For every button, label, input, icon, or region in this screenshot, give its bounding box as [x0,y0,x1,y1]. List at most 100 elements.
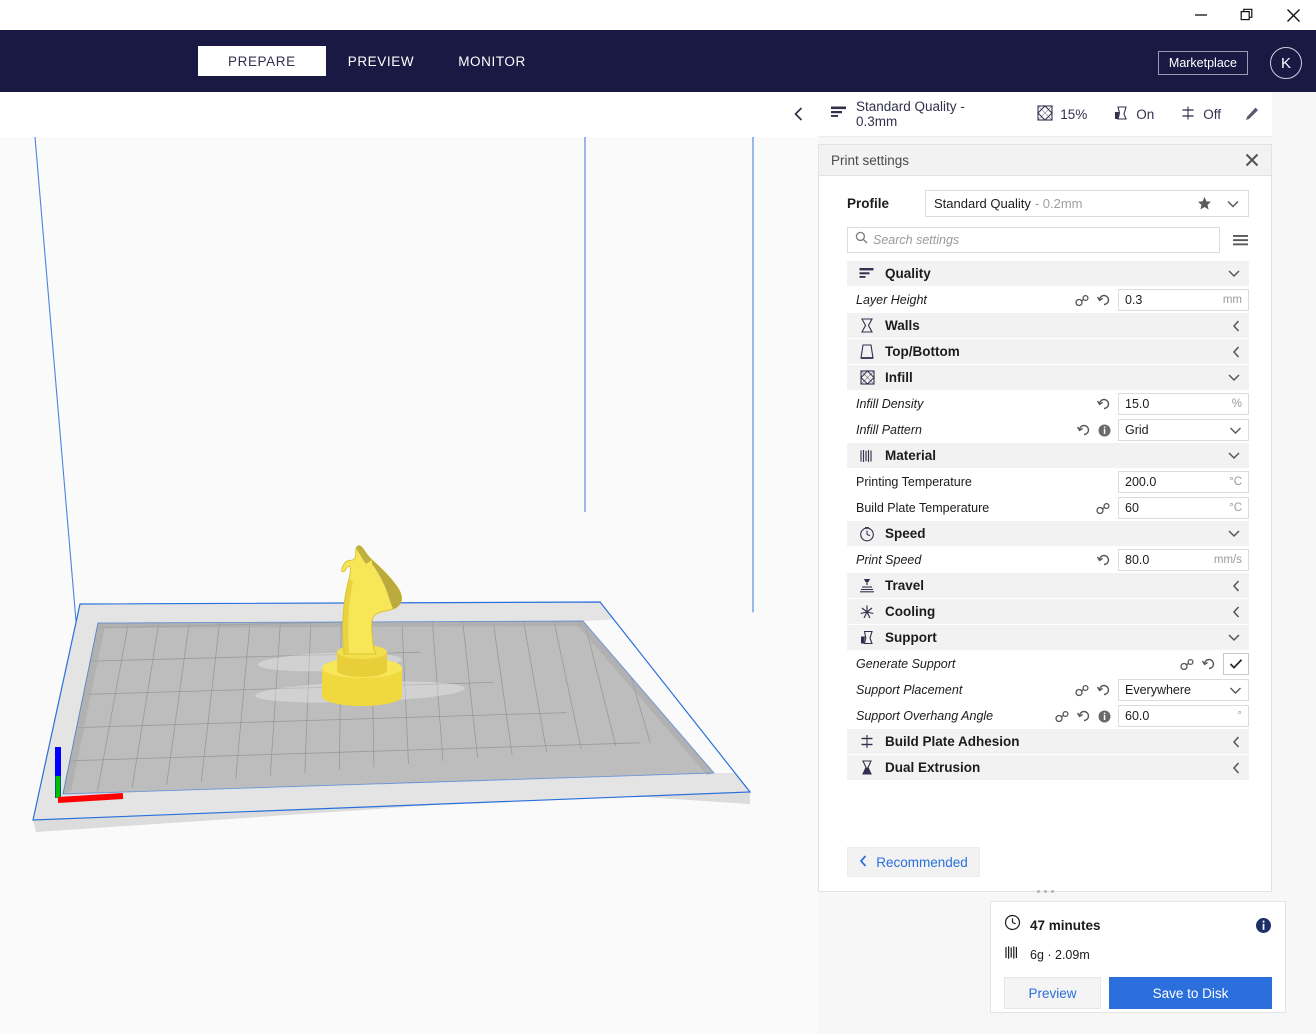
chevron-down-icon [1227,529,1241,538]
revert-icon[interactable] [1097,554,1111,567]
main-navigation-bar: PREPARE PREVIEW MONITOR Marketplace K [0,30,1316,92]
print-settings-panel: Print settings Profile Standard Quality … [818,144,1272,892]
setting-layer-height-icons [1075,294,1118,307]
support-overhang-angle-input[interactable]: 60.0 ° [1118,705,1249,727]
category-speed-label: Speed [885,526,926,541]
category-infill[interactable]: Infill [847,365,1249,391]
search-settings-box[interactable] [847,227,1220,253]
link-icon[interactable] [1055,710,1070,723]
search-input[interactable] [873,233,1212,247]
summary-support: On [1100,105,1167,124]
link-icon[interactable] [1096,502,1111,515]
category-material[interactable]: Material [847,443,1249,469]
link-icon[interactable] [1075,684,1090,697]
print-speed-input[interactable]: 80.0 mm/s [1118,549,1249,571]
chevron-down-icon [1227,451,1241,460]
build-plate-temperature-input[interactable]: 60 °C [1118,497,1249,519]
support-icon [856,630,878,645]
cura-application-window: PREPARE PREVIEW MONITOR Marketplace K St… [0,0,1316,1034]
setting-support-placement-icons [1075,684,1118,697]
preview-button[interactable]: Preview [1004,977,1101,1009]
quality-summary: Standard Quality - 0.3mm [830,99,990,129]
revert-icon[interactable] [1097,398,1111,411]
setting-support-overhang-angle-label: Support Overhang Angle [856,709,994,723]
info-icon[interactable] [1098,710,1111,723]
preview-label: Preview [1028,985,1077,1001]
revert-icon[interactable] [1097,684,1111,697]
infill-pattern-select[interactable]: Grid [1118,419,1249,441]
dualextrusion-icon [856,760,878,775]
category-travel[interactable]: Travel [847,573,1249,599]
chevron-left-icon [1232,579,1241,593]
printing-temperature-value: 200.0 [1125,475,1157,489]
category-dual-extrusion[interactable]: Dual Extrusion [847,755,1249,781]
summary-infill: 15% [1024,104,1100,124]
layer-height-unit: mm [1222,294,1242,306]
setting-generate-support-label: Generate Support [856,657,956,671]
setting-layer-height: Layer Height 0.3 mm [847,287,1249,313]
pencil-icon[interactable] [1244,106,1260,122]
marketplace-label: Marketplace [1168,56,1237,70]
minimize-icon[interactable] [1178,0,1224,30]
setting-print-speed-icons [1097,554,1118,567]
build-plate-temperature-unit: °C [1229,502,1242,514]
close-icon[interactable] [1245,153,1259,167]
print-job-info-card: 47 minutes 6g · 2.09m Preview Save to Di… [990,901,1286,1013]
tab-prepare[interactable]: PREPARE [198,46,326,76]
chevron-down-icon[interactable] [1226,199,1240,209]
tab-monitor[interactable]: MONITOR [436,46,548,76]
build-plate-temperature-value: 60 [1125,501,1139,515]
print-setup-summary-bar[interactable]: Standard Quality - 0.3mm 15% On Off [818,92,1272,137]
info-icon[interactable] [1255,917,1272,934]
marketplace-button[interactable]: Marketplace [1157,51,1248,75]
star-icon[interactable] [1197,196,1212,211]
print-speed-value: 80.0 [1125,553,1150,567]
category-build-plate-adhesion[interactable]: Build Plate Adhesion [847,729,1249,755]
restore-icon[interactable] [1224,0,1270,30]
search-row [819,217,1271,253]
setting-infill-pattern-label: Infill Pattern [856,423,923,437]
generate-support-checkbox[interactable] [1223,653,1249,675]
printing-temperature-input[interactable]: 200.0 °C [1118,471,1249,493]
category-cooling[interactable]: Cooling [847,599,1249,625]
revert-icon[interactable] [1202,658,1216,671]
support-overhang-angle-unit: ° [1237,710,1242,722]
revert-icon[interactable] [1097,294,1111,307]
link-icon[interactable] [1075,294,1090,307]
layer-height-input[interactable]: 0.3 mm [1118,289,1249,311]
settings-visibility-menu-icon[interactable] [1232,233,1249,247]
save-to-disk-button[interactable]: Save to Disk [1109,977,1272,1009]
profile-variant: - 0.2mm [1034,196,1083,211]
profile-dropdown[interactable]: Standard Quality - 0.2mm [925,190,1249,217]
support-placement-select[interactable]: Everywhere [1118,679,1249,701]
infill-density-input[interactable]: 15.0 % [1118,393,1249,415]
material-icon [856,449,878,463]
chevron-left-icon [1232,345,1241,359]
revert-icon[interactable] [1077,710,1091,723]
infill-icon [1037,104,1053,124]
recommended-mode-button[interactable]: Recommended [847,847,980,877]
collapse-panel-chevron-icon[interactable] [786,100,812,128]
setting-infill-density-icons [1097,398,1118,411]
category-speed[interactable]: Speed [847,521,1249,547]
info-icon[interactable] [1098,424,1111,437]
category-support[interactable]: Support [847,625,1249,651]
category-top-bottom[interactable]: Top/Bottom [847,339,1249,365]
setting-layer-height-label: Layer Height [856,293,927,307]
job-action-buttons: Preview Save to Disk [1004,977,1272,1009]
category-walls[interactable]: Walls [847,313,1249,339]
3d-viewport[interactable] [0,92,818,1034]
quality-summary-label: Standard Quality - 0.3mm [856,99,965,129]
summary-infill-value: 15% [1060,106,1088,122]
tab-preview[interactable]: PREVIEW [326,46,436,76]
print-settings-header: Print settings [819,145,1271,176]
save-to-disk-label: Save to Disk [1152,985,1229,1001]
link-icon[interactable] [1180,658,1195,671]
setting-generate-support: Generate Support [847,651,1249,677]
avatar[interactable]: K [1270,47,1302,79]
panel-resize-grip[interactable] [818,884,1272,898]
revert-icon[interactable] [1077,424,1091,437]
job-material-value: 6g · 2.09m [1030,948,1090,962]
close-icon[interactable] [1270,0,1316,30]
category-quality[interactable]: Quality [847,261,1249,287]
